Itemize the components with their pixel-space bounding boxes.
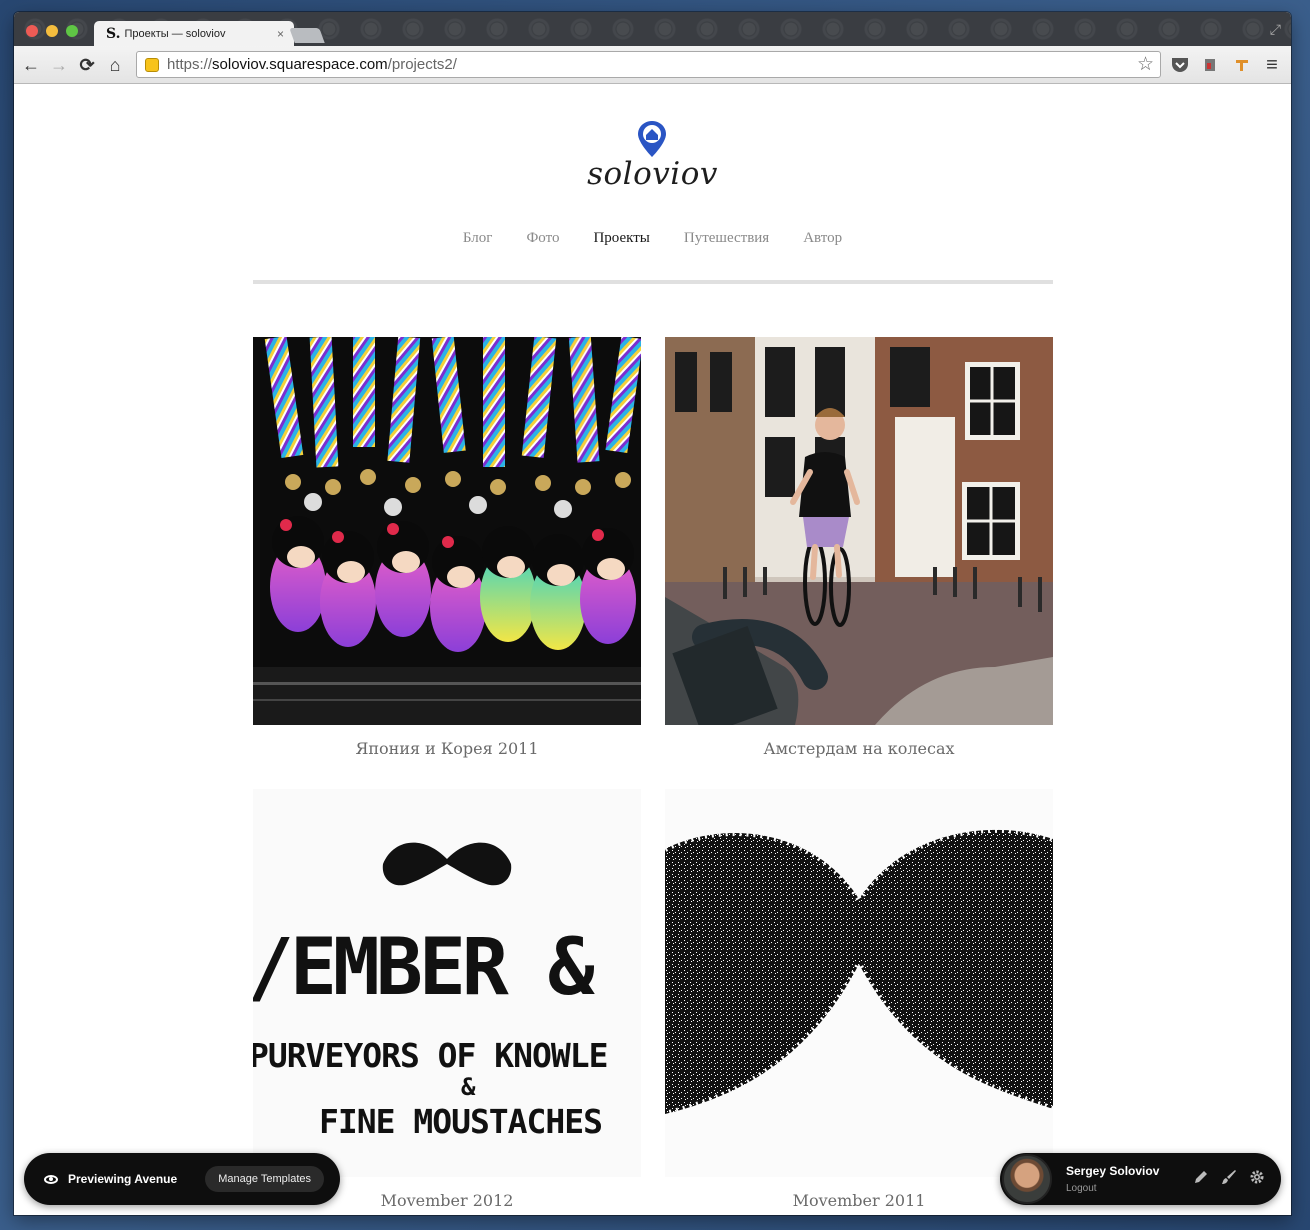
url-scheme: https:// — [167, 56, 213, 73]
manage-templates-button[interactable]: Manage Templates — [205, 1166, 324, 1192]
tab-title: Проекты — soloviov — [124, 28, 226, 40]
project-card-movember-2012[interactable]: /EMBER & PURVEYORS OF KNOWLE & FINE MOUS… — [253, 789, 641, 1210]
nav-item-travel[interactable]: Путешествия — [684, 230, 769, 247]
page-content: soloviov Блог Фото Проекты Путешествия А… — [14, 84, 1291, 1215]
minimize-window-button[interactable] — [46, 25, 58, 37]
location-pin-logo-icon[interactable] — [636, 120, 668, 158]
project-caption[interactable]: Япония и Корея 2011 — [253, 739, 641, 758]
header-divider — [253, 280, 1053, 284]
project-card-movember-2011[interactable]: Movember 2011 — [665, 789, 1053, 1210]
project-thumbnail[interactable] — [665, 789, 1053, 1177]
browser-tab[interactable]: S. Проекты — soloviov × — [94, 21, 294, 47]
gear-icon[interactable] — [1249, 1169, 1265, 1189]
logout-link[interactable]: Logout — [1066, 1183, 1181, 1194]
menu-icon[interactable]: ≡ — [1262, 54, 1282, 76]
maximize-window-button[interactable] — [66, 25, 78, 37]
forward-arrow-icon[interactable]: → — [48, 54, 70, 76]
nav-item-blog[interactable]: Блог — [463, 230, 493, 247]
project-caption[interactable]: Амстердам на колесах — [665, 739, 1053, 758]
nav-item-projects[interactable]: Проекты — [593, 230, 649, 247]
project-thumbnail[interactable] — [665, 337, 1053, 725]
fullscreen-icon[interactable]: ⤢ — [1270, 21, 1281, 38]
eye-icon — [44, 1174, 58, 1184]
template-preview-bar: Previewing Avenue Manage Templates — [24, 1153, 340, 1205]
bookmark-star-icon[interactable]: ☆ — [1137, 53, 1154, 76]
ssl-warning-icon — [145, 57, 159, 72]
close-icon[interactable]: × — [277, 27, 284, 41]
pencil-icon[interactable] — [1193, 1169, 1209, 1189]
moustache-poster-line2: PURVEYORS OF KNOWLE — [253, 1036, 608, 1075]
avatar[interactable] — [1002, 1154, 1052, 1204]
back-arrow-icon[interactable]: ← — [20, 54, 42, 76]
browser-window: S. Проекты — soloviov × ⤢ ← → ⟳ ⌂ https:… — [14, 12, 1291, 1215]
site-title[interactable]: soloviov — [14, 156, 1291, 192]
extension-icon[interactable] — [1200, 55, 1220, 75]
project-card-amsterdam[interactable]: Амстердам на колесах — [665, 337, 1053, 758]
title-bar: S. Проекты — soloviov × ⤢ — [14, 12, 1291, 47]
main-navigation: Блог Фото Проекты Путешествия Автор — [14, 230, 1291, 247]
project-card-japan-korea[interactable]: Япония и Корея 2011 — [253, 337, 641, 758]
new-tab-button[interactable] — [289, 28, 325, 43]
pocket-icon[interactable] — [1170, 55, 1190, 75]
browser-toolbar: ← → ⟳ ⌂ https:// soloviov.squarespace.co… — [14, 46, 1291, 84]
moustache-poster-ampersand: & — [461, 1073, 476, 1101]
home-icon[interactable]: ⌂ — [104, 54, 126, 76]
user-info: Sergey Soloviov Logout — [1066, 1164, 1181, 1194]
url-path: /projects2/ — [387, 56, 457, 73]
moustache-poster-line1: /EMBER & — [253, 923, 596, 1013]
brush-icon[interactable] — [1221, 1169, 1237, 1189]
feedly-icon[interactable] — [1232, 55, 1252, 75]
nav-item-photo[interactable]: Фото — [526, 230, 559, 247]
project-thumbnail[interactable] — [253, 337, 641, 725]
user-bar: Sergey Soloviov Logout — [1000, 1153, 1281, 1205]
preview-label: Previewing Avenue — [68, 1172, 178, 1186]
nav-item-author[interactable]: Автор — [803, 230, 842, 247]
url-host: soloviov.squarespace.com — [212, 56, 388, 73]
moustache-poster-line3: FINE MOUSTACHES — [319, 1102, 602, 1141]
user-name: Sergey Soloviov — [1066, 1164, 1160, 1178]
close-window-button[interactable] — [26, 25, 38, 37]
address-bar[interactable]: https:// soloviov.squarespace.com /proje… — [136, 51, 1161, 78]
project-thumbnail[interactable]: /EMBER & PURVEYORS OF KNOWLE & FINE MOUS… — [253, 789, 641, 1177]
project-caption[interactable]: Movember 2011 — [665, 1191, 1053, 1210]
reload-icon[interactable]: ⟳ — [76, 54, 98, 76]
squarespace-favicon-icon: S. — [106, 26, 121, 42]
